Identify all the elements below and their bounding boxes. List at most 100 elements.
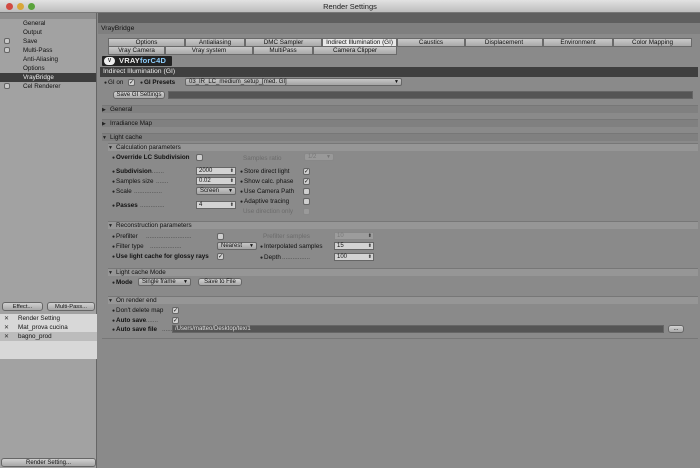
show-calc-phase-label: Show calc. phase	[244, 178, 294, 185]
prefilter-samples-input[interactable]: 10 ⬍	[334, 232, 374, 240]
gi-on-checkbox[interactable]: ✓	[128, 79, 135, 86]
override-lc-label: Override LC Subdivision	[116, 154, 190, 161]
close-window-button[interactable]	[6, 3, 13, 10]
main-panel: VrayBridge Options Antialiasing DMC Samp…	[98, 13, 700, 468]
adaptive-tracing-checkbox[interactable]	[303, 198, 310, 205]
multi-pass-enable-checkbox[interactable]	[4, 47, 10, 53]
sidebar-item-vraybridge[interactable]: VrayBridge	[0, 73, 96, 82]
passes-input[interactable]: 4 ⬍	[196, 201, 236, 209]
adaptive-tracing-label: Adaptive tracing	[244, 198, 290, 205]
chevron-down-icon: ▼	[394, 79, 399, 85]
triangle-down-icon: ▼	[108, 223, 113, 229]
sidebar-item-options[interactable]: Options	[0, 64, 96, 73]
use-directions-only-checkbox[interactable]	[303, 208, 310, 215]
triangle-right-icon: ▶	[102, 107, 106, 113]
tab-environment[interactable]: Environment	[543, 38, 613, 47]
tab-color-mapping[interactable]: Color Mapping	[613, 38, 692, 47]
browse-button[interactable]: ...	[668, 325, 684, 333]
sidebar-item-save[interactable]: Save	[0, 37, 96, 46]
gi-presets-dropdown[interactable]: 03_IR_LC_medium_setup_[med. GI] ▼	[185, 78, 402, 86]
tab-vray-camera[interactable]: Vray Camera	[108, 46, 165, 55]
spinner-icon[interactable]: ⬍	[230, 168, 234, 175]
gi-settings-path-field[interactable]	[168, 91, 693, 99]
filter-type-label: Filter type	[116, 243, 144, 250]
multi-pass-button[interactable]: Multi-Pass...	[47, 302, 95, 311]
light-cache-mode-header[interactable]: ▼ Light cache Mode	[108, 268, 698, 276]
save-gi-settings-button[interactable]: Save GI Settings	[113, 91, 165, 99]
spinner-icon[interactable]: ⬍	[368, 233, 372, 240]
render-settings-button[interactable]: Render Setting...	[1, 458, 96, 467]
prefilter-checkbox[interactable]	[217, 233, 224, 240]
section-title: VrayBridge	[98, 23, 700, 34]
calculation-parameters-header[interactable]: ▼ Calculation parameters	[108, 143, 698, 151]
subdivision-input[interactable]: 2000 ⬍	[196, 167, 236, 175]
gi-on-label: GI on	[108, 79, 124, 86]
sidebar-item-anti-aliasing[interactable]: Anti-Aliasing	[0, 55, 96, 64]
title-bar: Render Settings	[0, 0, 700, 13]
triangle-down-icon: ▼	[108, 145, 113, 151]
override-lc-checkbox[interactable]	[196, 154, 203, 161]
irradiance-map-section-header[interactable]: ▶ Irradiance Map	[102, 119, 698, 127]
mode-label: Mode	[116, 279, 133, 286]
triangle-down-icon: ▼	[108, 298, 113, 304]
tab-multipass[interactable]: MultiPass	[253, 46, 313, 55]
auto-save-file-label: Auto save file	[116, 326, 157, 333]
settings-sidebar: General Output Save Multi-Pass Anti-Alia…	[0, 13, 97, 468]
chevron-down-icon: ▼	[249, 243, 254, 249]
sidebar-item-cel-renderer[interactable]: Cel Renderer	[0, 82, 96, 91]
prefilter-label: Prefilter	[116, 233, 138, 240]
window-title: Render Settings	[323, 2, 377, 11]
filter-type-dropdown[interactable]: Nearest ▼	[217, 242, 257, 250]
sidebar-item-multi-pass[interactable]: Multi-Pass	[0, 46, 96, 55]
save-to-file-button[interactable]: Save to File	[198, 278, 242, 286]
spinner-icon[interactable]: ⬍	[230, 178, 234, 185]
general-section-header[interactable]: ▶ General	[102, 105, 698, 113]
gi-section-title: Indirect Illumination (GI)	[100, 67, 698, 77]
minimize-window-button[interactable]	[17, 3, 24, 10]
cel-renderer-enable-checkbox[interactable]	[4, 83, 10, 89]
use-lc-glossy-label: Use light cache for glossy rays	[116, 253, 209, 260]
sidebar-item-general[interactable]: General	[0, 19, 96, 28]
tab-displacement[interactable]: Displacement	[465, 38, 543, 47]
dont-delete-map-label: Don't delete map	[116, 307, 164, 314]
spinner-icon[interactable]: ⬍	[368, 254, 372, 261]
mode-dropdown[interactable]: Single frame ▼	[138, 278, 191, 286]
auto-save-label: Auto save	[116, 317, 147, 324]
interpolated-samples-label: Interpolated samples	[264, 243, 323, 250]
auto-save-checkbox[interactable]: ✓	[172, 317, 179, 324]
panel-divider	[102, 338, 698, 339]
use-lc-glossy-checkbox[interactable]: ✓	[217, 253, 224, 260]
samples-size-input[interactable]: 0.02 ⬍	[196, 177, 236, 185]
use-camera-path-label: Use Camera Path	[244, 188, 295, 195]
save-enable-checkbox[interactable]	[4, 38, 10, 44]
store-direct-light-checkbox[interactable]: ✓	[303, 168, 310, 175]
effect-button[interactable]: Effect...	[2, 302, 43, 311]
triangle-right-icon: ▶	[102, 121, 106, 127]
use-camera-path-checkbox[interactable]	[303, 188, 310, 195]
on-render-end-header[interactable]: ▼ On render end	[108, 296, 698, 304]
zoom-window-button[interactable]	[28, 3, 35, 10]
samples-ratio-dropdown[interactable]: 1/2 ▼	[304, 153, 334, 161]
auto-save-file-input[interactable]: /Users/matteo/Desktop/tex/1	[172, 325, 664, 333]
depth-input[interactable]: 100 ⬍	[334, 253, 374, 261]
spinner-icon[interactable]: ⬍	[368, 243, 372, 250]
spinner-icon[interactable]: ⬍	[230, 202, 234, 209]
vray-logo: V VRAYforC4D	[102, 56, 172, 66]
list-item[interactable]: ✕ Render Setting	[0, 314, 97, 323]
list-item[interactable]: ✕ Mat_prova cucina	[0, 323, 97, 332]
render-settings-list: ✕ Render Setting ✕ Mat_prova cucina ✕ bagno…	[0, 314, 97, 359]
light-cache-section-header[interactable]: ▼ Light cache	[102, 133, 698, 141]
scale-dropdown[interactable]: Screen ▼	[196, 187, 236, 195]
show-calc-phase-checkbox[interactable]: ✓	[303, 178, 310, 185]
sidebar-item-output[interactable]: Output	[0, 28, 96, 37]
samples-ratio-label: Samples ratio	[243, 155, 282, 162]
list-item[interactable]: ✕ bagno_prod	[0, 332, 97, 341]
passes-label: Passes	[116, 202, 138, 209]
interpolated-samples-input[interactable]: 15 ⬍	[334, 242, 374, 250]
tab-caustics[interactable]: Caustics	[397, 38, 465, 47]
tab-camera-clipper[interactable]: Camera Clipper	[313, 46, 397, 55]
dont-delete-map-checkbox[interactable]: ✓	[172, 307, 179, 314]
reconstruction-parameters-header[interactable]: ▼ Reconstruction parameters	[108, 221, 698, 229]
close-icon: ✕	[4, 334, 10, 340]
tab-vray-system[interactable]: Vray system	[165, 46, 253, 55]
